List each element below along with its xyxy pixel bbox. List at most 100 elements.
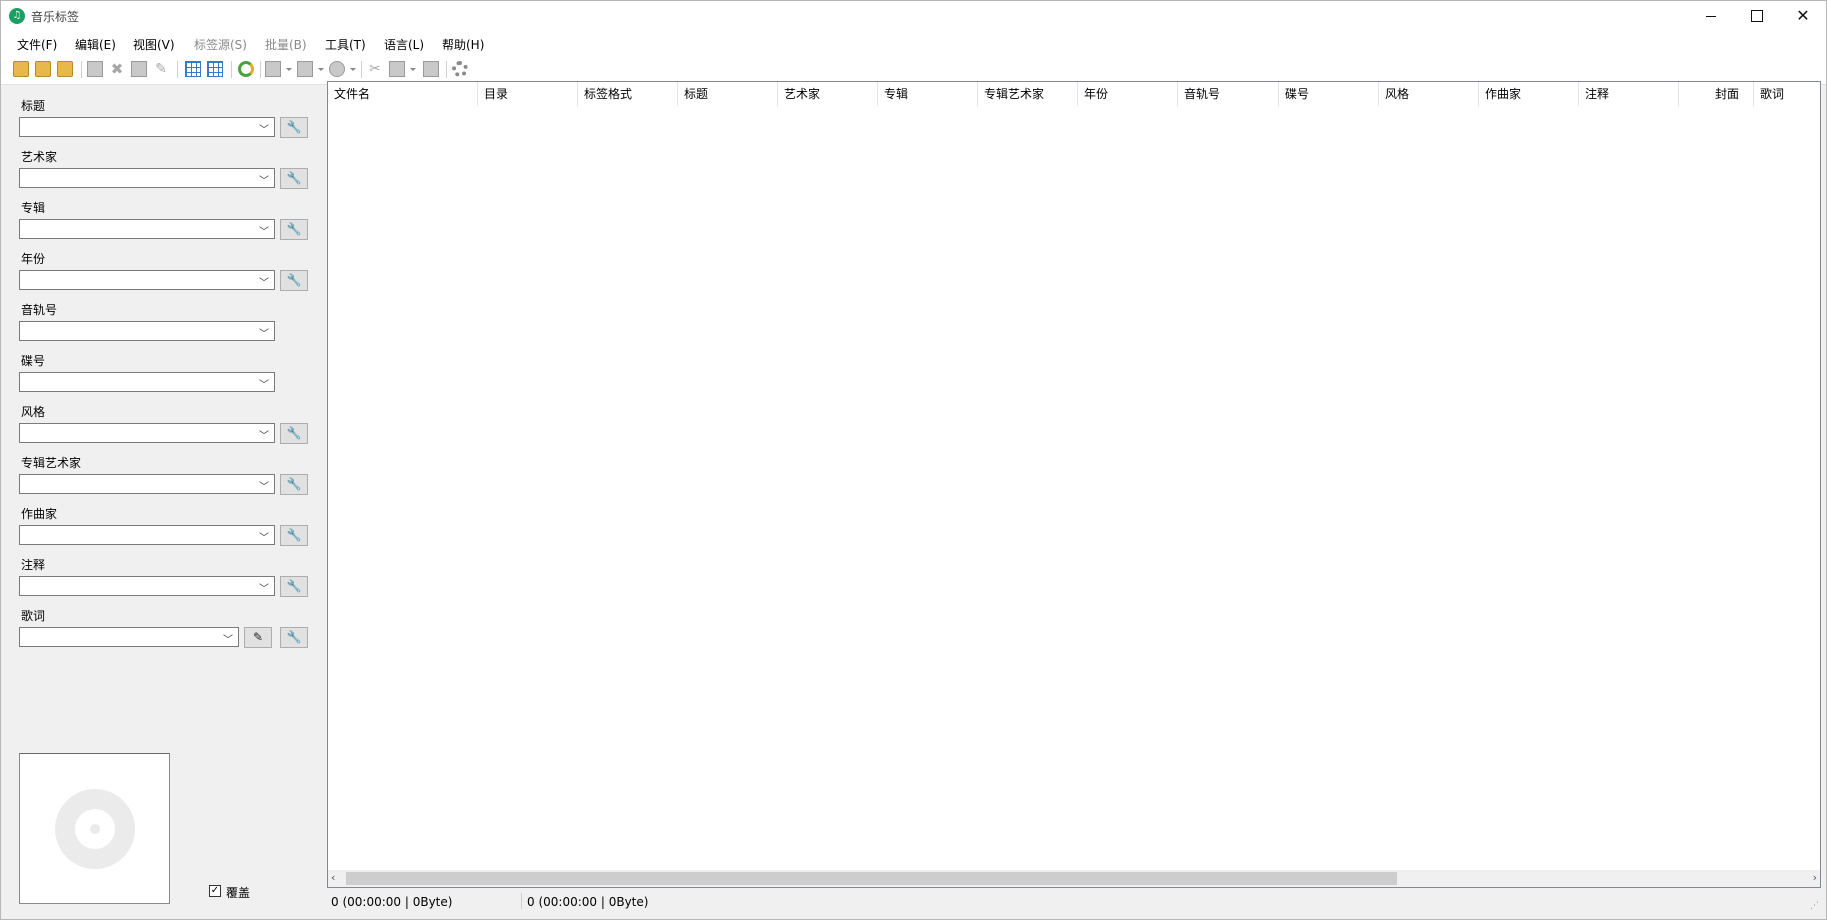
genre-tool-button[interactable]: 🔧	[280, 423, 308, 444]
wrench-icon[interactable]: ✎	[153, 61, 169, 77]
column-header-composer[interactable]: 作曲家	[1479, 82, 1579, 106]
list-header: 文件名 目录 标签格式 标题 艺术家 专辑 专辑艺术家 年份 音轨号 碟号 风格…	[328, 82, 1820, 106]
chevron-down-icon[interactable]	[410, 68, 416, 71]
scroll-right-icon[interactable]: ›	[1813, 871, 1817, 884]
title-combo[interactable]: ﹀	[19, 117, 275, 137]
column-header-tag-format[interactable]: 标签格式	[578, 82, 678, 106]
scroll-left-icon[interactable]: ‹	[331, 871, 335, 884]
wrench-icon: 🔧	[286, 528, 302, 542]
column-header-filename[interactable]: 文件名	[328, 82, 478, 106]
composer-combo[interactable]: ﹀	[19, 525, 275, 545]
add-folder-icon[interactable]	[35, 61, 51, 77]
field-label: 艺术家	[21, 150, 58, 164]
menu-tag-source[interactable]: 标签源(S)	[194, 36, 247, 53]
book-icon[interactable]	[131, 61, 147, 77]
column-header-lyrics[interactable]: 歌词	[1754, 82, 1820, 106]
column-header-genre[interactable]: 风格	[1379, 82, 1479, 106]
column-header-comment[interactable]: 注释	[1579, 82, 1679, 106]
close-button[interactable]: ✕	[1780, 1, 1826, 31]
edit-icon: ✎	[252, 630, 264, 644]
field-label: 专辑	[21, 201, 46, 215]
menu-view[interactable]: 视图(V)	[133, 36, 175, 53]
album-tool-button[interactable]: 🔧	[280, 219, 308, 240]
settings-gear-icon[interactable]	[452, 61, 468, 77]
wrench-icon: 🔧	[286, 630, 302, 644]
column-header-disc[interactable]: 碟号	[1279, 82, 1379, 106]
track-combo[interactable]: ﹀	[19, 321, 275, 341]
genre-combo[interactable]: ﹀	[19, 423, 275, 443]
album-combo[interactable]: ﹀	[19, 219, 275, 239]
column-header-year[interactable]: 年份	[1078, 82, 1178, 106]
wrench-icon: 🔧	[286, 426, 302, 440]
artist-combo[interactable]: ﹀	[19, 168, 275, 188]
column-header-album[interactable]: 专辑	[878, 82, 978, 106]
menu-bar: 文件(F) 编辑(E) 视图(V) 标签源(S) 批量(B) 工具(T) 语言(…	[1, 31, 1826, 56]
disc-icon[interactable]	[329, 61, 345, 77]
wrench-icon: 🔧	[286, 222, 302, 236]
status-separator	[521, 893, 522, 909]
save-icon[interactable]	[87, 61, 103, 77]
open-folder-icon[interactable]	[13, 61, 29, 77]
menu-language[interactable]: 语言(L)	[384, 36, 424, 53]
album-artist-tool-button[interactable]: 🔧	[280, 474, 308, 495]
chevron-down-icon: ﹀	[259, 584, 269, 595]
toolbar-separator	[361, 61, 362, 78]
column-header-track[interactable]: 音轨号	[1178, 82, 1279, 106]
remove-icon[interactable]: ✖	[109, 61, 125, 77]
year-combo[interactable]: ﹀	[19, 270, 275, 290]
comment-tool-button[interactable]: 🔧	[280, 576, 308, 597]
open-files-icon[interactable]	[57, 61, 73, 77]
column-header-title[interactable]: 标题	[678, 82, 778, 106]
resize-grip-icon[interactable]: ⋰	[1810, 901, 1819, 911]
file-list[interactable]: 文件名 目录 标签格式 标题 艺术家 专辑 专辑艺术家 年份 音轨号 碟号 风格…	[327, 81, 1821, 888]
chevron-down-icon[interactable]	[318, 68, 324, 71]
music-note-icon: ♫	[9, 8, 25, 24]
minimize-button[interactable]	[1688, 1, 1734, 31]
chevron-down-icon[interactable]	[350, 68, 356, 71]
maximize-icon	[1751, 10, 1763, 22]
disc-combo[interactable]: ﹀	[19, 372, 275, 392]
maximize-button[interactable]	[1734, 1, 1780, 31]
field-label: 作曲家	[21, 507, 58, 521]
lyrics-tool-button[interactable]: 🔧	[280, 627, 308, 648]
artist-tool-button[interactable]: 🔧	[280, 168, 308, 189]
lyrics-edit-button[interactable]: ✎	[244, 627, 272, 648]
cover-art[interactable]	[19, 753, 170, 904]
menu-help[interactable]: 帮助(H)	[442, 36, 484, 53]
menu-edit[interactable]: 编辑(E)	[75, 36, 116, 53]
tools-icon[interactable]: ✂	[367, 61, 383, 77]
composer-tool-button[interactable]: 🔧	[280, 525, 308, 546]
column-header-album-artist[interactable]: 专辑艺术家	[978, 82, 1078, 106]
title-tool-button[interactable]: 🔧	[280, 117, 308, 138]
column-header-artist[interactable]: 艺术家	[778, 82, 878, 106]
table-icon[interactable]	[297, 61, 313, 77]
grid-view-icon[interactable]	[185, 61, 201, 77]
lyrics-combo[interactable]: ﹀	[19, 627, 239, 647]
field-label: 专辑艺术家	[21, 456, 82, 470]
close-icon: ✕	[1796, 6, 1810, 25]
toolbar-separator	[177, 61, 178, 78]
title-bar: ♫ 音乐标签 ✕	[1, 1, 1826, 31]
column-header-directory[interactable]: 目录	[478, 82, 578, 106]
comment-combo[interactable]: ﹀	[19, 576, 275, 596]
tag-icon[interactable]	[265, 61, 281, 77]
menu-tools[interactable]: 工具(T)	[325, 36, 366, 53]
menu-file[interactable]: 文件(F)	[17, 36, 57, 53]
overwrite-checkbox[interactable]: ✓	[209, 885, 221, 897]
chevron-down-icon: ﹀	[259, 431, 269, 442]
horizontal-scrollbar[interactable]: ‹ ›	[328, 870, 1820, 887]
wrench-icon: 🔧	[286, 171, 302, 185]
chevron-down-icon[interactable]	[286, 68, 292, 71]
field-label: 年份	[21, 252, 46, 266]
copy-icon[interactable]	[389, 61, 405, 77]
toolbar-separator	[81, 61, 82, 78]
export-icon[interactable]	[423, 61, 439, 77]
album-artist-combo[interactable]: ﹀	[19, 474, 275, 494]
column-header-cover[interactable]: 封面	[1679, 82, 1754, 106]
year-tool-button[interactable]: 🔧	[280, 270, 308, 291]
overwrite-label: 覆盖	[226, 886, 251, 900]
refresh-icon[interactable]	[238, 61, 254, 77]
list-view-icon[interactable]	[207, 61, 223, 77]
menu-batch[interactable]: 批量(B)	[265, 36, 307, 53]
scrollbar-thumb[interactable]	[346, 872, 1397, 885]
